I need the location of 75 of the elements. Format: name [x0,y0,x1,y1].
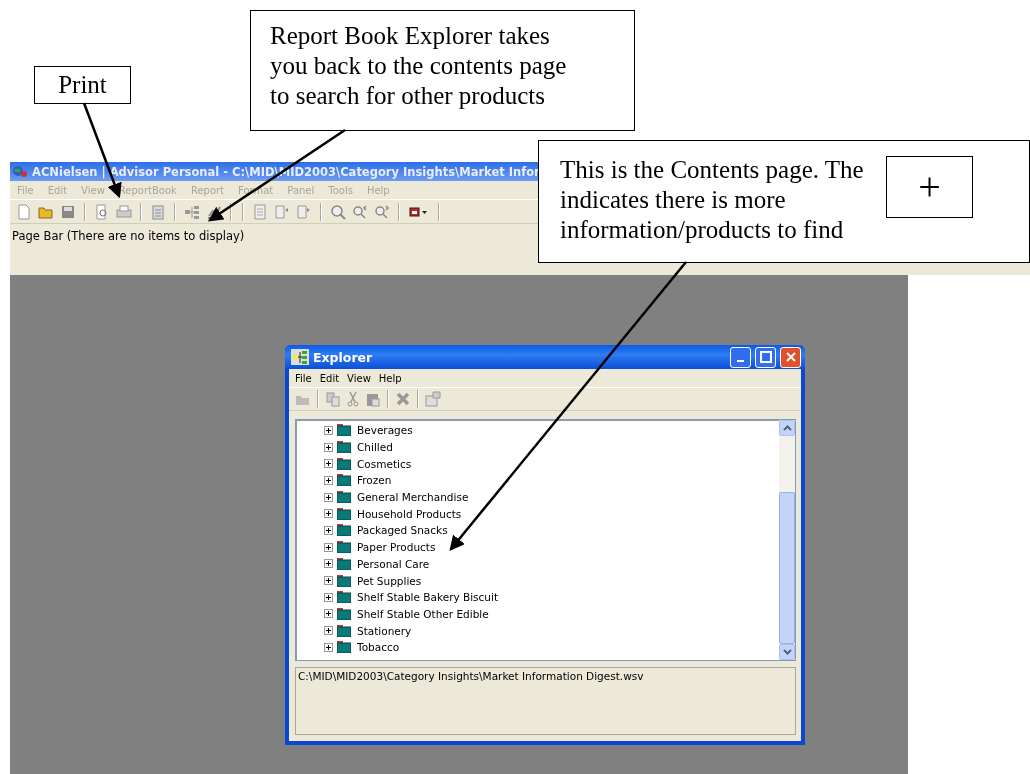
plus-symbol-box: + [886,156,973,218]
maximize-icon [759,351,772,363]
page-bar-label: Page Bar (There are no items to display) [12,229,245,243]
tree-item[interactable]: Beverages [357,424,413,437]
close-icon [784,351,797,363]
scroll-up-icon [782,425,792,431]
tree-icon [291,349,309,365]
expand-toggle[interactable] [324,475,333,485]
callout-text: Print [58,70,107,100]
folder-icon [337,507,351,520]
expand-toggle[interactable] [324,459,333,469]
menu-item[interactable]: File [291,372,316,384]
menu-item[interactable]: View [343,372,375,384]
callout-text: This is the Contents page. The indicates there is more information/products to find [560,155,865,245]
expand-toggle[interactable] [324,576,333,586]
clipboard-icon[interactable] [150,203,166,220]
save-icon[interactable] [60,203,76,220]
window-title: Explorer [313,349,373,365]
tree-item[interactable]: Shelf Stable Bakery Biscuit [357,591,499,604]
folder-icon [337,424,351,437]
folder-icon [337,491,351,504]
file-path: C:\MID\MID2003\Category Insights\Market Information Digest.wsv [298,670,644,682]
folder-icon [337,441,351,454]
tree-item[interactable]: Tobacco [357,641,400,654]
folder-icon [337,557,351,570]
tree-item[interactable]: Cosmetics [357,457,412,470]
tree-item[interactable]: Chilled [357,441,393,454]
menu-item[interactable]: Help [374,372,406,384]
menu-item[interactable]: Edit [315,372,344,384]
delete-icon[interactable] [395,391,411,407]
tree-item[interactable]: Stationery [357,624,412,637]
expand-toggle[interactable] [324,525,333,535]
folder-icon [337,624,351,637]
zoom-out-icon[interactable] [352,203,368,220]
expand-toggle[interactable] [324,425,333,435]
tree-icon[interactable] [184,203,200,220]
scroll-down-icon [782,649,792,655]
close-button[interactable] [780,346,801,368]
expand-toggle[interactable] [324,442,333,452]
globe-icon [12,164,28,179]
expand-toggle[interactable] [324,509,333,519]
tree-item[interactable]: General Merchandise [357,491,469,504]
folder-icon [337,591,351,604]
print-preview-icon[interactable] [94,203,110,220]
folder-icon [337,641,351,654]
paste-icon[interactable] [365,391,381,407]
tree-item[interactable]: Pet Supplies [357,574,422,587]
expand-toggle[interactable] [324,542,333,552]
folder-icon [337,541,351,554]
zoom-in-icon[interactable] [374,203,390,220]
tree-item[interactable]: Shelf Stable Other Edible [357,607,489,620]
tree-item[interactable]: Personal Care [357,557,430,570]
scrollbar[interactable] [779,420,795,660]
tree-item[interactable]: Household Products [357,507,462,520]
folder-icon [337,574,351,587]
expand-toggle[interactable] [324,642,333,652]
minimize-button[interactable] [730,346,751,368]
folder-icon [337,457,351,470]
minimize-icon [737,359,744,362]
folder-icon [337,524,351,537]
callout-text: Report Book Explorer takes you back to the contents page to search for other products [270,21,568,111]
tree-item[interactable]: Frozen [357,474,392,487]
expand-toggle[interactable] [324,592,333,602]
expand-toggle[interactable] [324,559,333,569]
tree-item[interactable]: Paper Products [357,541,436,554]
printer-icon[interactable] [116,203,132,220]
maximize-button[interactable] [755,346,776,368]
expand-toggle[interactable] [324,626,333,636]
folder-icon [337,607,351,620]
expand-toggle[interactable] [324,492,333,502]
scissors-icon[interactable] [345,391,361,407]
expand-toggle[interactable] [324,609,333,619]
tree-item[interactable]: Packaged Snacks [357,524,448,537]
zoom-icon[interactable] [330,203,346,220]
folder-icon [337,474,351,487]
